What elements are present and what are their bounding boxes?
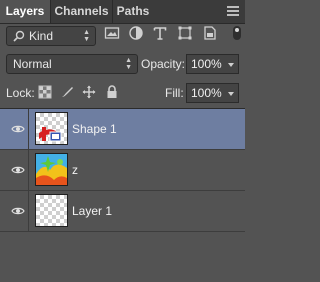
shape-filter-icon[interactable] (177, 25, 193, 41)
visibility-eye-icon[interactable] (11, 206, 25, 216)
lock-all-icon[interactable] (105, 85, 119, 99)
layer-row-layer-1[interactable]: Layer 1 (0, 191, 245, 232)
opacity-value: 100% (191, 57, 222, 71)
shape-layer-thumbnail-icon (39, 127, 62, 142)
layers-list: Shape 1 z Layer 1 (0, 108, 245, 282)
select-arrows-icon: ▲ ▼ (125, 57, 132, 71)
lock-label: Lock: (6, 86, 35, 100)
fill-value: 100% (191, 86, 222, 100)
smart-object-filter-icon[interactable] (202, 25, 218, 41)
filter-toggle[interactable] (233, 26, 241, 40)
layer-row-shape-1[interactable]: Shape 1 (0, 109, 245, 150)
fill-input[interactable]: 100% (186, 83, 226, 103)
panel-tab-bar: Layers Channels Paths (0, 0, 245, 24)
layer-name: z (72, 163, 78, 177)
lock-position-icon[interactable] (82, 85, 96, 99)
type-filter-icon[interactable] (152, 25, 168, 41)
layer-thumbnail-image[interactable] (35, 153, 68, 186)
column-divider (28, 109, 29, 149)
layer-row-z[interactable]: z (0, 150, 245, 191)
blend-mode-label: Normal (13, 57, 52, 71)
tab-paths[interactable]: Paths (113, 0, 153, 23)
blend-mode-select[interactable]: Normal ▲ ▼ (6, 54, 138, 74)
fill-label: Fill: (165, 86, 184, 100)
filter-kind-label: Kind (29, 29, 54, 43)
opacity-dropdown-button[interactable] (225, 54, 239, 74)
image-filter-icon[interactable] (104, 25, 120, 41)
adjustment-filter-icon[interactable] (128, 25, 144, 41)
tab-channels[interactable]: Channels (51, 0, 112, 23)
opacity-input[interactable]: 100% (186, 54, 226, 74)
layer-thumbnail-shape[interactable] (35, 112, 68, 145)
filter-kind-select[interactable]: Kind ▲ ▼ (6, 26, 96, 46)
lock-transparent-pixels-icon[interactable] (38, 85, 52, 99)
layer-name: Shape 1 (72, 122, 117, 136)
opacity-label: Opacity: (141, 57, 186, 71)
layer-name: Layer 1 (72, 204, 113, 218)
image-layer-thumbnail-icon (36, 154, 67, 185)
lock-image-pixels-icon[interactable] (60, 85, 74, 99)
visibility-eye-icon[interactable] (11, 165, 25, 175)
search-icon (13, 30, 25, 42)
column-divider (28, 150, 29, 190)
select-arrows-icon: ▲ ▼ (83, 29, 90, 43)
layer-thumbnail-transparent[interactable] (35, 194, 68, 227)
column-divider (28, 191, 29, 231)
visibility-eye-icon[interactable] (11, 124, 25, 134)
panel-menu-icon[interactable] (227, 6, 239, 16)
tab-layers[interactable]: Layers (0, 0, 51, 23)
fill-dropdown-button[interactable] (225, 83, 239, 103)
